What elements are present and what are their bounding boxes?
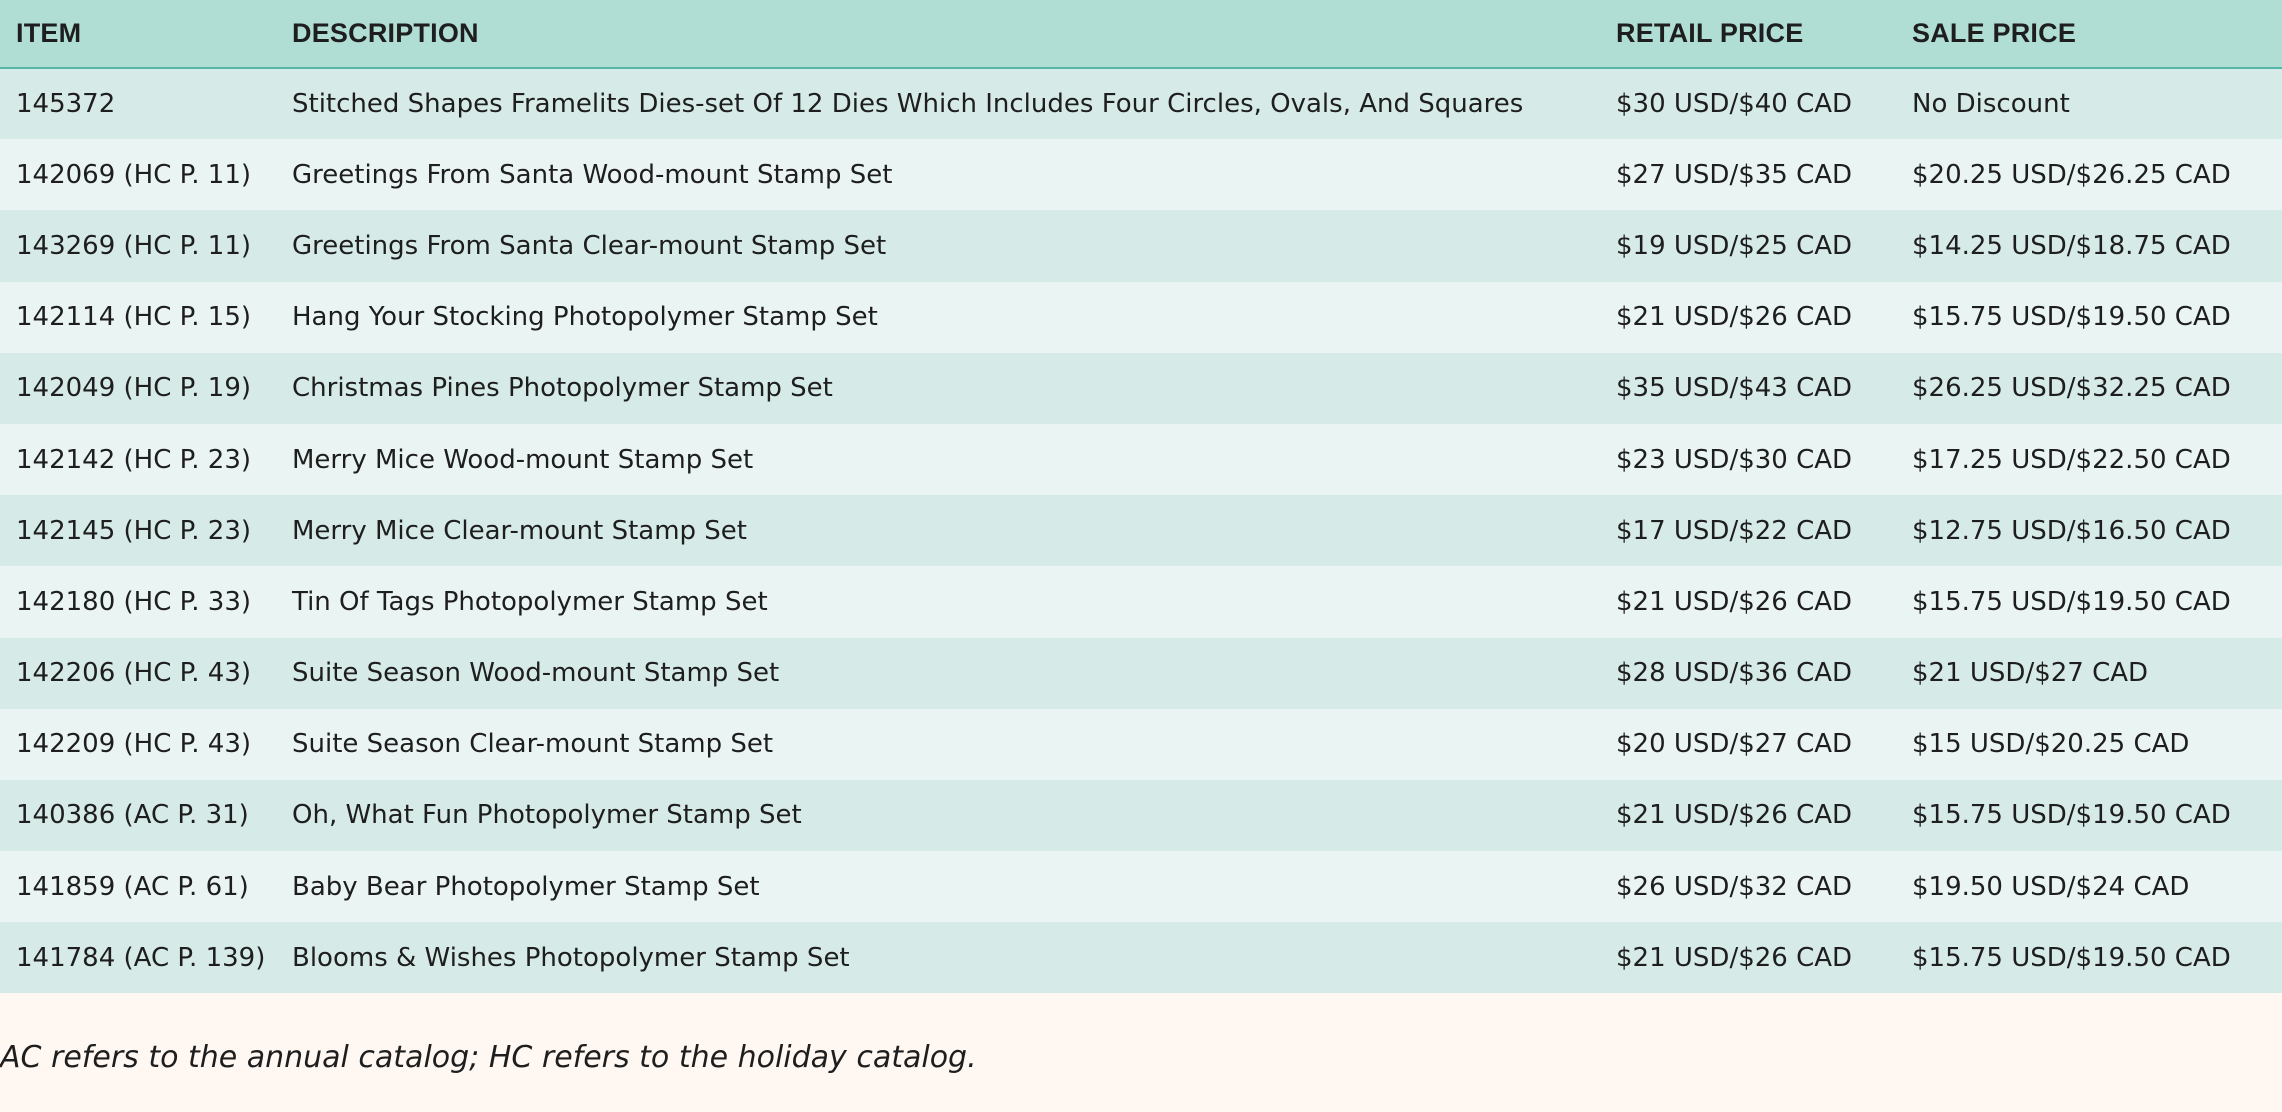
table-body: 145372 Stitched Shapes Framelits Dies-se…: [0, 68, 2282, 994]
retail-price: $28 USD/$36 CAD: [1616, 658, 1853, 689]
table-row: 145372 Stitched Shapes Framelits Dies-se…: [0, 68, 2282, 140]
sale-price: $21 USD/$27 CAD: [1912, 658, 2149, 689]
sale-price: $15 USD/$20.25 CAD: [1912, 729, 2190, 760]
item-description: Hang Your Stocking Photopolymer Stamp Se…: [292, 302, 878, 333]
item-description: Tin Of Tags Photopolymer Stamp Set: [292, 586, 768, 617]
retail-price: $21 USD/$26 CAD: [1616, 302, 1853, 333]
sale-price: $15.75 USD/$19.50 CAD: [1912, 942, 2231, 973]
item-number: 142114 (HC P. 15): [16, 302, 252, 333]
retail-price: $21 USD/$26 CAD: [1616, 586, 1853, 617]
column-header-description: DESCRIPTION: [278, 0, 1616, 69]
table-row: 142209 (HC P. 43) Suite Season Clear-mou…: [0, 708, 2282, 780]
column-header-sale-price: SALE PRICE: [1912, 0, 2282, 69]
retail-price: $26 USD/$32 CAD: [1616, 871, 1853, 902]
sale-price: $12.75 USD/$16.50 CAD: [1912, 515, 2231, 546]
retail-price: $17 USD/$22 CAD: [1616, 515, 1853, 546]
retail-price: $19 USD/$25 CAD: [1616, 230, 1853, 261]
item-number: 142142 (HC P. 23): [16, 444, 252, 475]
retail-price: $30 USD/$40 CAD: [1616, 89, 1853, 120]
sale-price: $15.75 USD/$19.50 CAD: [1912, 302, 2231, 333]
retail-price: $20 USD/$27 CAD: [1616, 729, 1853, 760]
retail-price: $23 USD/$30 CAD: [1616, 444, 1853, 475]
table-row: 142114 (HC P. 15) Hang Your Stocking Pho…: [0, 281, 2282, 353]
sale-price: $17.25 USD/$22.50 CAD: [1912, 444, 2231, 475]
item-number: 142145 (HC P. 23): [16, 515, 252, 546]
header-row: ITEM DESCRIPTION RETAIL PRICE SALE PRICE: [0, 0, 2282, 69]
retail-price: $27 USD/$35 CAD: [1616, 159, 1853, 190]
table-row: 142142 (HC P. 23) Merry Mice Wood-mount …: [0, 423, 2282, 496]
table-row: 142049 (HC P. 19) Christmas Pines Photop…: [0, 352, 2282, 424]
item-number: 142069 (HC P. 11): [16, 159, 252, 190]
item-description: Stitched Shapes Framelits Dies-set Of 12…: [292, 89, 1524, 120]
item-number: 140386 (AC P. 31): [16, 800, 249, 831]
item-number: 142180 (HC P. 33): [16, 586, 252, 617]
sale-price: $19.50 USD/$24 CAD: [1912, 871, 2190, 902]
item-number: 141859 (AC P. 61): [16, 871, 249, 902]
table-row: 141859 (AC P. 61) Baby Bear Photopolymer…: [0, 851, 2282, 923]
item-number: 142049 (HC P. 19): [16, 373, 252, 404]
item-description: Oh, What Fun Photopolymer Stamp Set: [292, 800, 802, 831]
table-header: ITEM DESCRIPTION RETAIL PRICE SALE PRICE: [0, 0, 2282, 69]
table-row: 141784 (AC P. 139) Blooms & Wishes Photo…: [0, 922, 2282, 994]
retail-price: $21 USD/$26 CAD: [1616, 942, 1853, 973]
item-number: 141784 (AC P. 139): [16, 942, 266, 973]
sale-price: $20.25 USD/$26.25 CAD: [1912, 159, 2231, 190]
page: ITEM DESCRIPTION RETAIL PRICE SALE PRICE…: [0, 0, 2282, 1112]
sale-price: No Discount: [1912, 89, 2070, 120]
table-row: 142206 (HC P. 43) Suite Season Wood-moun…: [0, 637, 2282, 709]
retail-price: $35 USD/$43 CAD: [1616, 373, 1853, 404]
item-description: Baby Bear Photopolymer Stamp Set: [292, 871, 760, 902]
column-header-item: ITEM: [0, 0, 278, 69]
item-number: 142206 (HC P. 43): [16, 658, 252, 689]
price-table: ITEM DESCRIPTION RETAIL PRICE SALE PRICE…: [0, 0, 2282, 994]
item-description: Suite Season Wood-mount Stamp Set: [292, 658, 780, 689]
table-row: 142069 (HC P. 11) Greetings From Santa W…: [0, 139, 2282, 211]
table-row: 142145 (HC P. 23) Merry Mice Clear-mount…: [0, 495, 2282, 567]
catalog-footnote: AC refers to the annual catalog; HC refe…: [0, 1040, 977, 1075]
item-description: Merry Mice Wood-mount Stamp Set: [292, 444, 754, 475]
item-description: Merry Mice Clear-mount Stamp Set: [292, 515, 747, 546]
retail-price: $21 USD/$26 CAD: [1616, 800, 1853, 831]
sale-price: $15.75 USD/$19.50 CAD: [1912, 800, 2231, 831]
sale-price: $15.75 USD/$19.50 CAD: [1912, 586, 2231, 617]
item-number: 143269 (HC P. 11): [16, 230, 252, 261]
item-description: Blooms & Wishes Photopolymer Stamp Set: [292, 942, 850, 973]
table-row: 140386 (AC P. 31) Oh, What Fun Photopoly…: [0, 779, 2282, 852]
item-description: Christmas Pines Photopolymer Stamp Set: [292, 373, 833, 404]
table-row: 143269 (HC P. 11) Greetings From Santa C…: [0, 210, 2282, 282]
item-description: Greetings From Santa Clear-mount Stamp S…: [292, 230, 887, 261]
sale-price: $26.25 USD/$32.25 CAD: [1912, 373, 2231, 404]
table-row: 142180 (HC P. 33) Tin Of Tags Photopolym…: [0, 566, 2282, 638]
item-number: 142209 (HC P. 43): [16, 729, 252, 760]
item-number: 145372: [16, 89, 116, 120]
item-description: Greetings From Santa Wood-mount Stamp Se…: [292, 159, 893, 190]
sale-price: $14.25 USD/$18.75 CAD: [1912, 230, 2231, 261]
column-header-retail-price: RETAIL PRICE: [1616, 0, 1912, 69]
item-description: Suite Season Clear-mount Stamp Set: [292, 729, 774, 760]
